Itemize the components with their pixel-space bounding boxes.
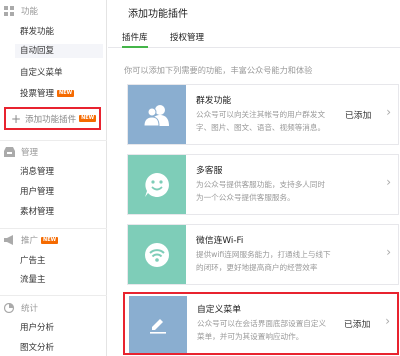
chevron-right-icon: ›	[386, 245, 391, 259]
sidebar: 功能 群发功能 自动回复 自定义菜单 投票管理 NEW + 添加功能插件 NEW …	[0, 0, 107, 356]
plugin-thumb	[128, 225, 186, 284]
chat-smile-icon	[145, 172, 169, 197]
chevron-right-icon: ›	[386, 175, 391, 189]
tab-plugin-library[interactable]: 插件库	[122, 32, 148, 48]
plugin-name: 群发功能	[196, 96, 232, 106]
plugin-thumb	[128, 85, 186, 144]
plugin-card-wifi[interactable]: 微信连Wi-Fi 提供wifi连网服务能力，打通线上与线下的闭环，更好地提高商户…	[127, 224, 399, 285]
section-label: 管理	[21, 148, 39, 158]
chevron-right-icon: ›	[386, 105, 391, 119]
section-functions: 功能	[4, 4, 38, 18]
edit-icon	[150, 318, 166, 334]
plugin-desc: 公众号可以在会话界面底部设置自定义菜单，并可为其设置响应动作。	[197, 319, 327, 341]
main-content: 添加功能插件 插件库 授权管理 你可以添加下列需要的功能，丰富公众号能力和体验 …	[108, 0, 400, 356]
divider	[0, 140, 107, 141]
sidebar-item-materials[interactable]: 素材管理	[20, 205, 54, 219]
section-promotion: 推广 NEW	[4, 233, 59, 247]
wifi-icon	[145, 242, 169, 267]
sidebar-item-auto-reply[interactable]: 自动回复	[15, 44, 103, 58]
intro-text: 你可以添加下列需要的功能，丰富公众号能力和体验	[124, 65, 313, 75]
add-plugin-label: 添加功能插件	[25, 114, 77, 125]
plus-icon: +	[11, 111, 22, 126]
plugin-desc: 提供wifi连网服务能力，打通线上与线下的闭环，更好地提高商户的经营效率	[196, 250, 331, 272]
new-badge: NEW	[79, 115, 97, 122]
plugin-name: 微信连Wi-Fi	[196, 236, 244, 246]
section-label: 统计	[21, 304, 39, 314]
plugin-name: 自定义菜单	[197, 305, 241, 315]
plugin-card-multi-service[interactable]: 多客服 为公众号提供客服功能，支持多人同时为一个公众号提供客服服务。 ›	[127, 154, 399, 215]
sidebar-item-advertiser[interactable]: 广告主	[20, 254, 46, 268]
sidebar-item-mass-send[interactable]: 群发功能	[20, 25, 54, 39]
sidebar-item-publisher[interactable]: 流量主	[20, 273, 46, 287]
sidebar-item-custom-menu[interactable]: 自定义菜单	[20, 66, 63, 80]
new-badge: NEW	[57, 90, 75, 97]
plugin-thumb	[128, 155, 186, 214]
new-badge: NEW	[41, 236, 59, 244]
plugin-card-mass-send[interactable]: 群发功能 公众号可以向关注其帐号的用户群发文字、图片、图文、语音、视频等消息。 …	[127, 84, 399, 145]
section-management: 管理	[4, 145, 38, 159]
inbox-icon	[4, 147, 15, 157]
sidebar-item-users[interactable]: 用户管理	[20, 185, 54, 199]
sidebar-item-vote[interactable]: 投票管理 NEW	[20, 87, 75, 101]
section-statistics: 统计	[4, 301, 38, 315]
divider	[0, 295, 107, 296]
chart-icon	[4, 303, 15, 313]
megaphone-icon	[4, 235, 13, 245]
divider	[0, 228, 107, 229]
plugin-status: 已添加	[345, 111, 372, 121]
grid-icon	[4, 6, 14, 16]
plugin-status: 已添加	[344, 320, 371, 330]
users-icon	[144, 104, 169, 126]
plugin-desc: 公众号可以向关注其帐号的用户群发文字、图片、图文、语音、视频等消息。	[196, 110, 326, 132]
plugin-name: 多客服	[196, 166, 223, 176]
plugin-desc: 为公众号提供客服功能，支持多人同时为一个公众号提供客服服务。	[196, 180, 326, 202]
sidebar-item-article-analytics[interactable]: 图文分析	[20, 341, 54, 355]
sidebar-item-user-analytics[interactable]: 用户分析	[20, 321, 54, 335]
sidebar-item-messages[interactable]: 消息管理	[20, 165, 54, 179]
section-label: 推广	[21, 236, 39, 246]
chevron-right-icon: ›	[385, 314, 390, 328]
plugin-thumb	[129, 296, 187, 353]
tab-bar: 插件库 授权管理	[108, 32, 400, 48]
add-plugin-button[interactable]: + 添加功能插件 NEW	[4, 107, 101, 130]
tab-authorization[interactable]: 授权管理	[170, 32, 204, 48]
section-label: 功能	[21, 7, 39, 17]
page-title: 添加功能插件	[128, 9, 188, 20]
plugin-card-custom-menu[interactable]: 自定义菜单 公众号可以在会话界面底部设置自定义菜单，并可为其设置响应动作。 已添…	[123, 292, 399, 355]
